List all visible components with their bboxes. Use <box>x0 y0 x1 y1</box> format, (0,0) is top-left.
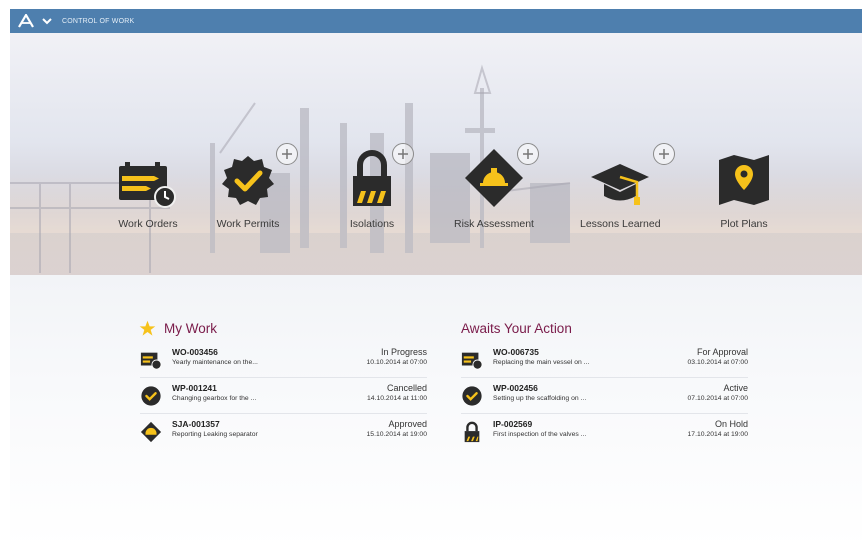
chevron-down-icon[interactable] <box>38 9 56 33</box>
plus-icon <box>523 149 533 159</box>
item-description: Reporting Leaking separator <box>172 431 258 438</box>
item-id: WP-001241 <box>172 383 217 393</box>
work-permit-icon <box>462 386 482 406</box>
plus-icon <box>398 149 408 159</box>
tile-label: Lessons Learned <box>580 218 661 230</box>
my-work-title: My Work <box>164 321 217 336</box>
plus-icon <box>659 149 669 159</box>
item-description: Changing gearbox for the ... <box>172 395 257 402</box>
tile-plot-plans[interactable]: Plot Plans <box>704 150 784 230</box>
add-lesson-learned-button[interactable] <box>653 143 675 165</box>
work-order-icon <box>461 352 483 370</box>
tile-label: Plot Plans <box>720 218 768 230</box>
isolation-icon <box>464 421 480 443</box>
item-date: 14.10.2014 at 11:00 <box>367 395 427 402</box>
divider <box>461 377 748 378</box>
awaits-row[interactable]: WP-002456 Setting up the scaffolding on … <box>461 382 748 416</box>
item-description: Setting up the scaffolding on ... <box>493 395 587 402</box>
item-id: SJA-001357 <box>172 419 220 429</box>
add-risk-assessment-button[interactable] <box>517 143 539 165</box>
item-id: WO-003456 <box>172 347 218 357</box>
work-permit-icon <box>141 386 161 406</box>
tile-label: Work Orders <box>118 218 178 230</box>
lessons-learned-icon <box>580 150 660 208</box>
item-status: Cancelled <box>386 383 427 393</box>
item-description: First inspection of the valves ... <box>493 431 587 438</box>
awaits-row[interactable]: WO-006735 Replacing the main vessel on .… <box>461 346 748 380</box>
risk-assessment-icon <box>140 421 162 443</box>
tile-work-orders[interactable]: Work Orders <box>108 150 188 230</box>
star-icon <box>139 320 156 336</box>
tile-lessons-learned[interactable]: Lessons Learned <box>580 150 661 230</box>
awaits-action-title: Awaits Your Action <box>461 321 572 336</box>
app-title: CONTROL OF WORK <box>62 17 135 25</box>
work-permits-icon <box>208 150 288 208</box>
item-date: 10.10.2014 at 07:00 <box>366 359 427 366</box>
plot-plans-icon <box>704 150 784 208</box>
divider <box>140 413 427 414</box>
tile-label: Work Permits <box>216 218 280 230</box>
item-status: Approved <box>388 419 427 429</box>
item-id: WP-002456 <box>493 383 538 393</box>
divider <box>140 377 427 378</box>
my-work-row[interactable]: SJA-001357 Reporting Leaking separator A… <box>140 418 427 452</box>
item-date: 03.10.2014 at 07:00 <box>687 359 748 366</box>
item-id: WO-006735 <box>493 347 539 357</box>
atlas-logo-icon[interactable] <box>14 9 38 33</box>
tile-work-permits[interactable]: Work Permits <box>208 150 288 230</box>
item-status: On Hold <box>714 419 748 429</box>
my-work-row[interactable]: WP-001241 Changing gearbox for the ... C… <box>140 382 427 416</box>
item-status: In Progress <box>380 347 427 357</box>
work-order-icon <box>140 352 162 370</box>
my-work-row[interactable]: WO-003456 Yearly maintenance on the... I… <box>140 346 427 380</box>
item-date: 15.10.2014 at 19:00 <box>366 431 427 438</box>
item-id: IP-002569 <box>493 419 533 429</box>
item-status: Active <box>723 383 748 393</box>
plus-icon <box>282 149 292 159</box>
tile-label: Isolations <box>349 218 395 230</box>
divider <box>461 413 748 414</box>
item-date: 07.10.2014 at 07:00 <box>687 395 748 402</box>
tile-label: Risk Assessment <box>454 218 534 230</box>
add-isolation-button[interactable] <box>392 143 414 165</box>
item-date: 17.10.2014 at 19:00 <box>687 431 748 438</box>
work-orders-icon <box>108 150 188 208</box>
top-bar: CONTROL OF WORK <box>10 9 862 33</box>
item-description: Replacing the main vessel on ... <box>493 359 590 366</box>
item-status: For Approval <box>696 347 748 357</box>
item-description: Yearly maintenance on the... <box>172 359 258 366</box>
add-work-permit-button[interactable] <box>276 143 298 165</box>
awaits-row[interactable]: IP-002569 First inspection of the valves… <box>461 418 748 452</box>
